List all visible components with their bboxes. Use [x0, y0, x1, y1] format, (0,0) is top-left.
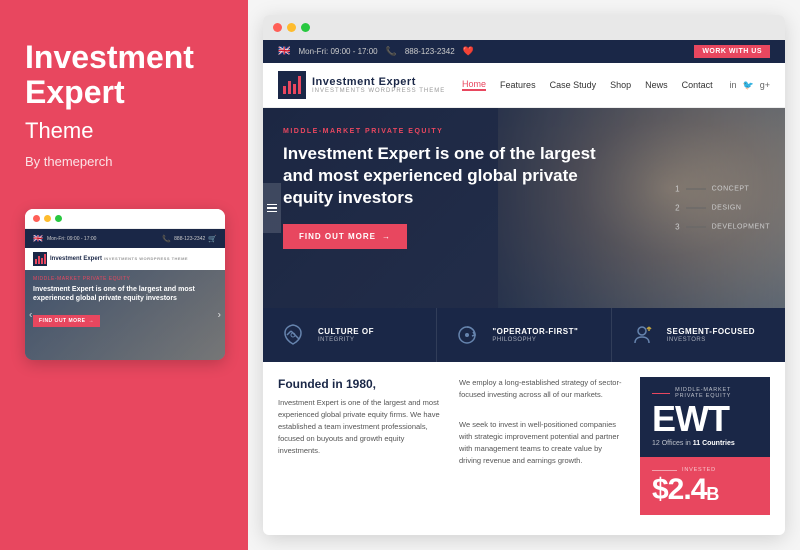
browser-dot-red	[273, 23, 282, 32]
hero-nav-line-1	[686, 189, 706, 190]
hero-nav-label-3: DEVELOPMENT	[712, 224, 770, 231]
mobile-phone: 888-123-2342	[174, 236, 205, 242]
content-founded-title: Founded in 1980,	[278, 377, 444, 391]
feature-integrity-text: CULTURE OF INTEGRITY	[318, 327, 374, 343]
site-hero: MIDDLE-MARKET PRIVATE EQUITY Investment …	[263, 108, 785, 308]
integrity-icon	[278, 320, 308, 350]
logo-text: Investment Expert INVESTMENTS WORDPRESS …	[312, 76, 445, 94]
site-hours: Mon-Fri: 09:00 - 17:00	[298, 47, 377, 56]
segment-icon	[627, 320, 657, 350]
feature-segment-sub: INVESTORS	[667, 337, 755, 343]
browser-chrome	[263, 15, 785, 40]
feature-operator-text: "OPERATOR-FIRST" PHILOSOPHY	[492, 327, 578, 343]
hero-nav-label-1: CONCEPT	[712, 186, 750, 193]
stat-value-invested: $2.4	[652, 475, 706, 505]
hero-nav-design[interactable]: 2 DESIGN	[675, 204, 770, 213]
hero-cta-button[interactable]: FIND OUT MORE →	[283, 224, 407, 249]
feature-segment-text: SEGMENT-FOCUSED INVESTORS	[667, 327, 755, 343]
logo-sub-text: INVESTMENTS WORDPRESS THEME	[312, 88, 445, 94]
mobile-nav-bar: Investment Expert INVESTMENTS WORDPRESS …	[25, 248, 225, 270]
nav-news[interactable]: News	[645, 80, 668, 90]
hero-nav-concept[interactable]: 1 CONCEPT	[675, 185, 770, 194]
content-left-text: Investment Expert is one of the largest …	[278, 397, 444, 457]
content-right-stats: MIDDLE-MARKET PRIVATE EQUITY EWT 12 Offi…	[640, 377, 770, 515]
browser-window: 🇬🇧 Mon-Fri: 09:00 - 17:00 📞 888-123-2342…	[263, 15, 785, 535]
logo-main-text: Investment Expert	[312, 76, 445, 88]
hero-nav-num-2: 2	[675, 204, 679, 213]
hero-nav-label-2: DESIGN	[712, 205, 742, 212]
hero-nav-line-2	[686, 208, 706, 209]
mobile-logo: Investment Expert INVESTMENTS WORDPRESS …	[33, 252, 188, 266]
content-section: Founded in 1980, Investment Expert is on…	[263, 362, 785, 530]
feature-operator-title: "OPERATOR-FIRST"	[492, 327, 578, 337]
nav-social: in 🐦 g+	[729, 80, 770, 91]
content-middle-text: We employ a long-established strategy of…	[459, 377, 625, 401]
social-google[interactable]: g+	[760, 80, 770, 90]
mobile-hero-content: MIDDLE-MARKET PRIVATE EQUITY Investment …	[25, 270, 225, 332]
stat-suffix: B	[706, 484, 719, 505]
stat-description-ewt: 12 Offices in 11 Countries	[652, 440, 758, 447]
hero-side-nav: 1 CONCEPT 2 DESIGN 3 DEVELOPMENT	[675, 185, 770, 232]
social-linkedin[interactable]: in	[729, 80, 736, 90]
mobile-menu-btn[interactable]	[201, 253, 217, 265]
mobile-dots-bar	[25, 209, 225, 229]
logo-icon	[278, 71, 306, 99]
site-top-bar: 🇬🇧 Mon-Fri: 09:00 - 17:00 📞 888-123-2342…	[263, 40, 785, 63]
mobile-hours: Mon-Fri: 09:00 - 17:00	[47, 236, 96, 242]
theme-title: Investment Expert	[25, 40, 223, 110]
hero-title: Investment Expert is one of the largest …	[283, 143, 603, 209]
mobile-hero-title: Investment Expert is one of the largest …	[33, 285, 217, 303]
stat-box-invested: INVESTED $2.4 B	[640, 457, 770, 515]
nav-home[interactable]: Home	[462, 79, 486, 91]
social-twitter[interactable]: 🐦	[743, 80, 754, 91]
stat-box-ewt: MIDDLE-MARKET PRIVATE EQUITY EWT 12 Offi…	[640, 377, 770, 457]
mobile-site-header: 🇬🇧 Mon-Fri: 09:00 - 17:00 📞 888-123-2342…	[25, 229, 225, 248]
hero-label: MIDDLE-MARKET PRIVATE EQUITY	[283, 128, 765, 135]
mobile-cta-button[interactable]: FIND OUT MORE →	[33, 315, 100, 327]
nav-features[interactable]: Features	[500, 80, 536, 90]
mobile-logo-text: Investment Expert INVESTMENTS WORDPRESS …	[50, 256, 188, 263]
features-bar: CULTURE OF INTEGRITY "OPERATOR-FIRST" PH…	[263, 308, 785, 362]
mobile-hero-label: MIDDLE-MARKET PRIVATE EQUITY	[33, 276, 217, 282]
operator-icon	[452, 320, 482, 350]
theme-subtitle: Theme	[25, 118, 223, 144]
mobile-logo-icon	[33, 252, 47, 266]
feature-operator-sub: PHILOSOPHY	[492, 337, 578, 343]
hero-nav-development[interactable]: 3 DEVELOPMENT	[675, 223, 770, 232]
hero-nav-line-3	[686, 227, 706, 228]
feature-integrity-title: CULTURE OF	[318, 327, 374, 337]
mobile-preview-card: 🇬🇧 Mon-Fri: 09:00 - 17:00 📞 888-123-2342…	[25, 209, 225, 360]
browser-dot-yellow	[287, 23, 296, 32]
top-bar-left: 🇬🇧 Mon-Fri: 09:00 - 17:00 📞 888-123-2342…	[278, 46, 474, 57]
mobile-dot-green	[55, 215, 62, 222]
feature-segment: SEGMENT-FOCUSED INVESTORS	[612, 308, 785, 362]
mobile-dot-red	[33, 215, 40, 222]
site-phone: 888-123-2342	[405, 47, 455, 56]
work-with-us-button[interactable]: WORK WITH US	[694, 45, 770, 58]
hero-nav-num-3: 3	[675, 223, 679, 232]
nav-casestudy[interactable]: Case Study	[550, 80, 597, 90]
theme-author: By themeperch	[25, 154, 223, 169]
content-middle: We employ a long-established strategy of…	[459, 377, 625, 515]
stat-invested-value: $2.4 B	[652, 475, 758, 505]
content-left: Founded in 1980, Investment Expert is on…	[278, 377, 444, 515]
feature-integrity-sub: INTEGRITY	[318, 337, 374, 343]
mobile-dot-yellow	[44, 215, 51, 222]
feature-integrity: CULTURE OF INTEGRITY	[263, 308, 437, 362]
stat-value-ewt: EWT	[652, 401, 758, 437]
browser-dot-green	[301, 23, 310, 32]
site-nav: Home Features Case Study Shop News Conta…	[462, 79, 713, 91]
content-middle-text-2: We seek to invest in well-positioned com…	[459, 419, 625, 467]
nav-contact[interactable]: Contact	[682, 80, 713, 90]
left-panel: Investment Expert Theme By themeperch 🇬🇧…	[0, 0, 248, 550]
site-navbar: Investment Expert INVESTMENTS WORDPRESS …	[263, 63, 785, 108]
right-panel: 🇬🇧 Mon-Fri: 09:00 - 17:00 📞 888-123-2342…	[248, 0, 800, 550]
top-bar-right: WORK WITH US	[694, 45, 770, 58]
site-logo: Investment Expert INVESTMENTS WORDPRESS …	[278, 71, 445, 99]
feature-segment-title: SEGMENT-FOCUSED	[667, 327, 755, 337]
mobile-hero-section: MIDDLE-MARKET PRIVATE EQUITY Investment …	[25, 270, 225, 360]
nav-shop[interactable]: Shop	[610, 80, 631, 90]
feature-operator: "OPERATOR-FIRST" PHILOSOPHY	[437, 308, 611, 362]
hero-nav-num-1: 1	[675, 185, 679, 194]
